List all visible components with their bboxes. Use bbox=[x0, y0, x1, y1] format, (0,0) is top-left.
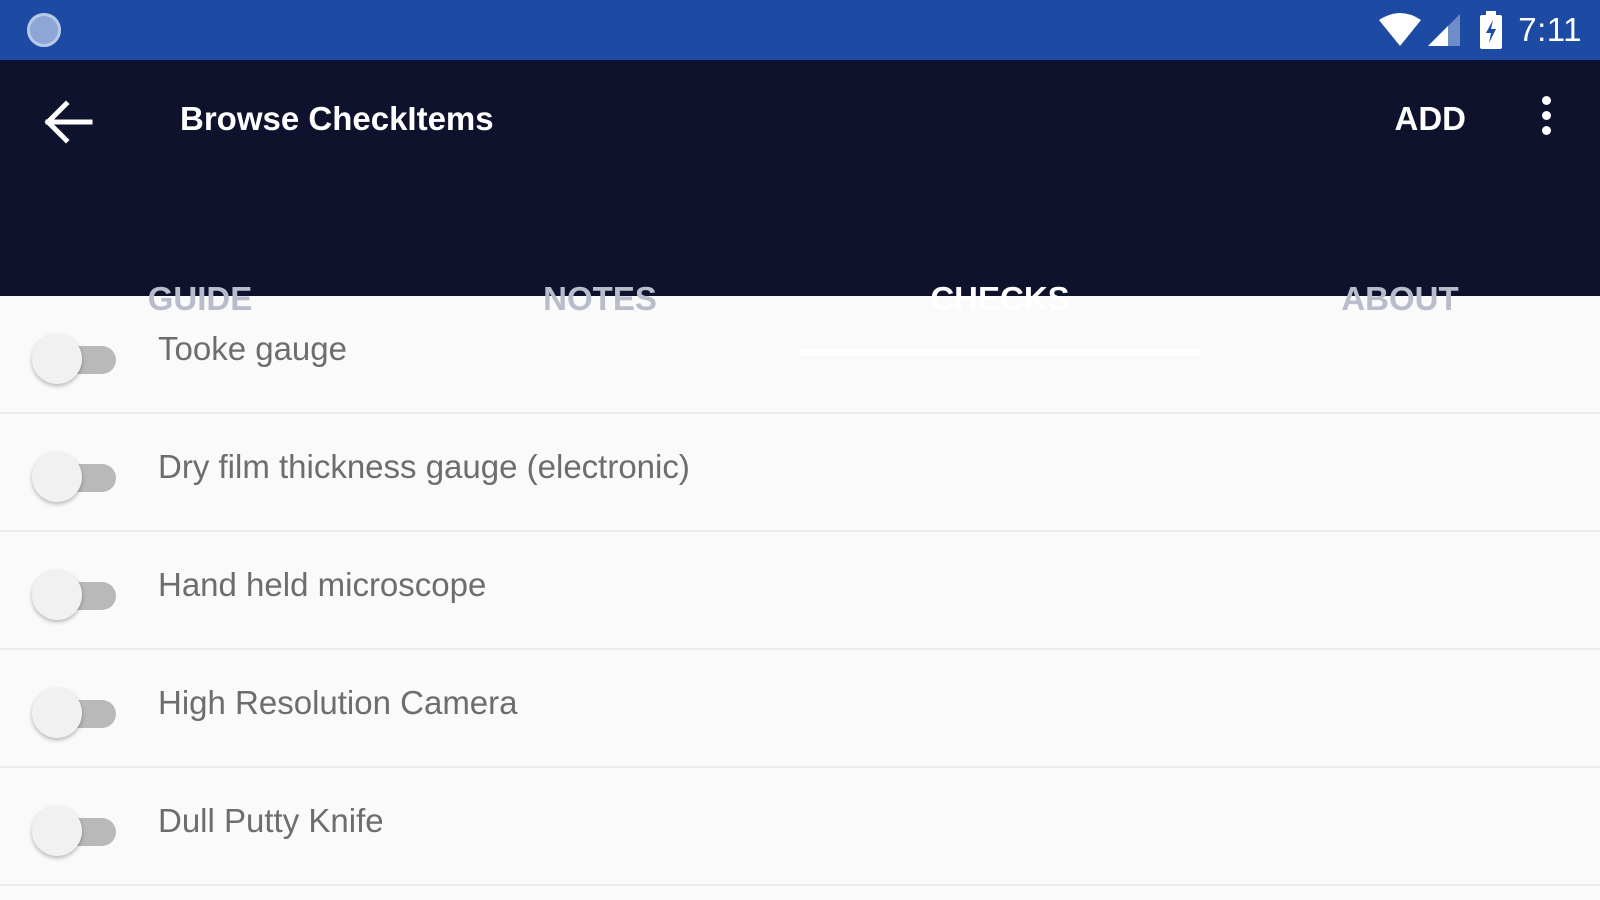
battery-charging-icon bbox=[1480, 11, 1503, 49]
list-item[interactable]: Dry film thickness gauge (electronic) bbox=[0, 414, 1600, 532]
back-button[interactable] bbox=[40, 94, 96, 150]
status-icons: 7:11 bbox=[1378, 0, 1582, 60]
toggle-switch[interactable] bbox=[32, 688, 118, 738]
list-item[interactable]: Hand held microscope bbox=[0, 532, 1600, 650]
list-item-label: Tooke gauge bbox=[158, 330, 347, 367]
check-list: Tooke gauge Dry film thickness gauge (el… bbox=[0, 296, 1600, 886]
app-bar: Browse CheckItems ADD GUIDE NOTES CHECKS… bbox=[0, 60, 1600, 356]
list-item[interactable]: High Resolution Camera bbox=[0, 650, 1600, 768]
add-button[interactable]: ADD bbox=[1395, 100, 1467, 138]
toggle-switch[interactable] bbox=[32, 334, 118, 384]
list-item[interactable]: Dull Putty Knife bbox=[0, 768, 1600, 886]
list-item-label: Dull Putty Knife bbox=[158, 802, 384, 839]
toggle-switch[interactable] bbox=[32, 570, 118, 620]
toggle-switch[interactable] bbox=[32, 452, 118, 502]
more-vert-icon[interactable] bbox=[1532, 96, 1560, 144]
toggle-switch[interactable] bbox=[32, 806, 118, 856]
status-time: 7:11 bbox=[1518, 11, 1582, 48]
list-item-label: Hand held microscope bbox=[158, 566, 487, 603]
cell-signal-icon bbox=[1428, 14, 1461, 46]
list-item[interactable]: Tooke gauge bbox=[0, 296, 1600, 414]
notification-icon bbox=[27, 13, 61, 47]
page-title: Browse CheckItems bbox=[180, 100, 494, 137]
wifi-icon bbox=[1379, 13, 1422, 46]
status-bar: 7:11 bbox=[0, 0, 1600, 60]
list-item-label: Dry film thickness gauge (electronic) bbox=[158, 448, 690, 485]
arrow-left-icon bbox=[44, 100, 93, 144]
list-item-label: High Resolution Camera bbox=[158, 684, 518, 721]
